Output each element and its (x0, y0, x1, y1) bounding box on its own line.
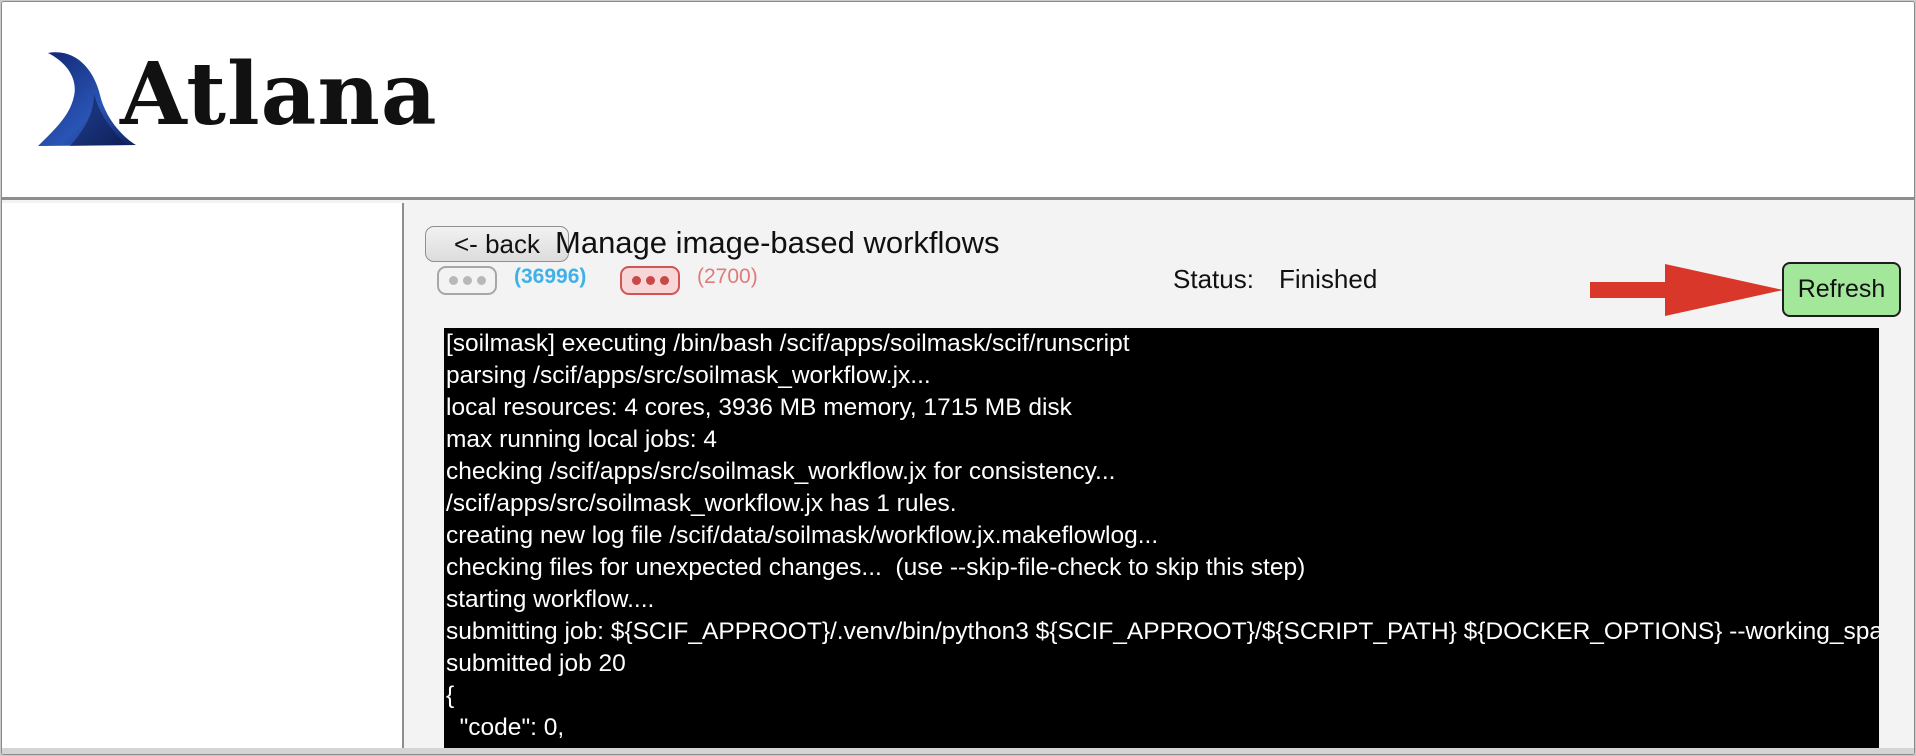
bottom-edge (2, 748, 1914, 754)
failed-jobs-pill[interactable] (620, 266, 680, 295)
sidebar (2, 203, 404, 754)
console-line: { (446, 682, 455, 709)
console-line: /scif/apps/src/soilmask_workflow.jx has … (446, 490, 957, 517)
logo: Atlana (36, 50, 437, 150)
console-line: parsing /scif/apps/src/soilmask_workflow… (446, 362, 931, 389)
main-panel: <- back Manage image-based workflows (36… (405, 203, 1914, 754)
dot-icon (448, 276, 458, 285)
back-button[interactable]: <- back (425, 226, 569, 262)
page-title: Manage image-based workflows (555, 225, 1000, 260)
status-label: Status: (1173, 264, 1254, 294)
dot-icon (645, 276, 655, 285)
console-line: checking files for unexpected changes...… (446, 554, 1306, 581)
console-line: creating new log file /scif/data/soilmas… (446, 522, 1159, 549)
console-line: starting workflow.... (446, 586, 655, 613)
failed-count: (2700) (697, 265, 758, 288)
console-output: [soilmask] executing /bin/bash /scif/app… (444, 328, 1879, 754)
header: Atlana (2, 2, 1914, 200)
console-line: submitted job 20 (446, 650, 626, 677)
running-count: (36996) (514, 265, 587, 288)
status-value: Finished (1279, 264, 1378, 294)
console-line: checking /scif/apps/src/soilmask_workflo… (446, 458, 1116, 485)
logo-text: Atlana (120, 44, 438, 145)
console-line: local resources: 4 cores, 3936 MB memory… (446, 394, 1072, 421)
dot-icon (659, 276, 669, 285)
refresh-button[interactable]: Refresh (1782, 262, 1901, 317)
dot-icon (631, 276, 641, 285)
console-line: submitting job: ${SCIF_APPROOT}/.venv/bi… (446, 618, 1879, 645)
app-window: Atlana <- back Manage image-based workfl… (1, 1, 1915, 755)
dot-icon (476, 276, 486, 285)
red-arrow-icon (1590, 264, 1783, 316)
dot-icon (462, 276, 472, 285)
console-line: max running local jobs: 4 (446, 426, 718, 453)
console-line: [soilmask] executing /bin/bash /scif/app… (446, 330, 1130, 357)
running-jobs-pill[interactable] (437, 266, 497, 295)
console-line: "code": 0, (446, 714, 565, 741)
